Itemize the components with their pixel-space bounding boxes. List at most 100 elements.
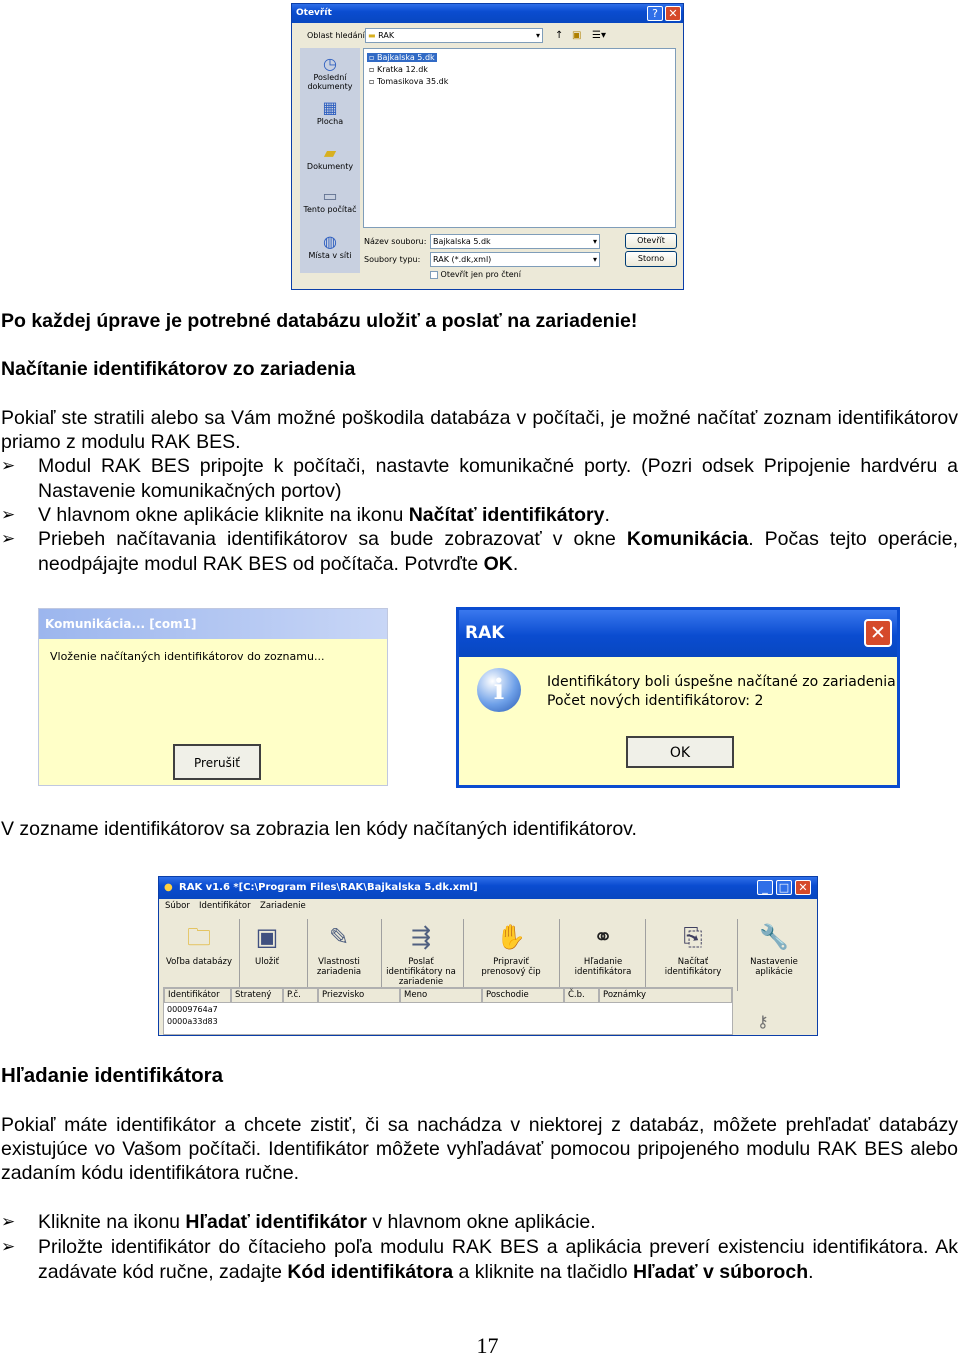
close-icon[interactable]: ✕ <box>795 880 811 895</box>
bullet-arrow-icon: ➢ <box>1 505 16 524</box>
file-name: Tomasikova 35.dk <box>376 77 449 86</box>
tool-app-settings[interactable]: 🔧 Nastavenie aplikácie <box>734 915 814 997</box>
column-header[interactable]: Meno <box>400 988 482 1003</box>
minimize-icon[interactable]: _ <box>757 880 773 895</box>
main-titlebar: ● RAK v1.6 *[C:\Program Files\RAK\Bajkal… <box>159 877 817 899</box>
up-folder-icon[interactable]: ↑ <box>555 30 563 41</box>
place-network[interactable]: ◍ Místa v síti <box>300 232 360 260</box>
close-icon[interactable]: ✕ <box>665 6 681 21</box>
file-icon: ▫ <box>369 77 375 86</box>
place-label: Tento počítač <box>303 205 357 214</box>
keys-icon: ⚷ <box>757 1012 769 1031</box>
file-item[interactable]: ▫ Kratka 12.dk <box>367 65 430 74</box>
file-icon: ▫ <box>369 53 375 62</box>
menu-device[interactable]: Zariadenie <box>260 899 306 913</box>
lookin-label: Oblast hledání: <box>307 31 368 40</box>
folder-icon: ▬ <box>368 31 376 40</box>
place-documents[interactable]: ▰ Dokumenty <box>300 143 360 171</box>
bullet-text: Priložte identifikátor do čítacieho poľa… <box>38 1235 958 1284</box>
lookin-select[interactable]: ▬ RAK ▾ <box>365 28 543 43</box>
ok-button[interactable]: OK <box>626 736 734 768</box>
place-label: Plocha <box>316 117 344 126</box>
table-row[interactable]: 00009764a7 <box>167 1005 218 1014</box>
abort-button[interactable]: Prerušiť <box>173 744 261 780</box>
filename-input[interactable]: Bajkalska 5.dk ▾ <box>430 234 600 249</box>
chevron-down-icon: ▾ <box>592 237 597 246</box>
menu-identifier[interactable]: Identifikátor <box>199 899 251 913</box>
column-header[interactable]: Poznámky <box>599 988 732 1003</box>
column-header[interactable]: P.č. <box>283 988 318 1003</box>
text-run: Priebeh načítavania identifikátorov sa b… <box>38 528 627 550</box>
column-header[interactable]: Priezvisko <box>318 988 400 1003</box>
place-desktop[interactable]: ▦ Plocha <box>300 98 360 126</box>
open-dialog-titlebar: Otevřít <box>292 4 683 23</box>
menu-bar: Súbor Identifikátor Zariadenie <box>159 899 817 913</box>
documents-icon: ▰ <box>323 143 337 162</box>
new-folder-icon[interactable]: ▣ <box>572 30 581 41</box>
communication-title: Komunikácia... [com1] <box>45 617 197 631</box>
place-label: Poslední dokumenty <box>307 73 353 91</box>
rak-message-line2: Počet nových identifikátorov: 2 <box>547 693 764 709</box>
file-item[interactable]: ▫ Tomasikova 35.dk <box>367 77 450 86</box>
column-header[interactable]: Identifikátor <box>164 988 231 1003</box>
file-list[interactable]: ▫ Bajkalska 5.dk ▫ Kratka 12.dk ▫ Tomasi… <box>363 48 676 228</box>
place-label: Místa v síti <box>308 251 352 260</box>
filetype-value: RAK (*.dk,xml) <box>433 255 492 264</box>
bullet-arrow-icon: ➢ <box>1 456 16 475</box>
app-icon: ● <box>164 882 173 893</box>
bullet-text: Kliknite na ikonu Hľadať identifikátor v… <box>38 1210 958 1235</box>
place-recent[interactable]: ◷ Poslední dokumenty <box>300 54 360 91</box>
intro-paragraph: Pokiaľ ste stratili alebo sa Vám možné p… <box>1 407 958 453</box>
readonly-checkbox[interactable]: Otevřít jen pro čtení <box>430 270 521 279</box>
bullet-click-icon: ➢ V hlavnom okne aplikácie kliknite na i… <box>1 503 958 528</box>
desktop-icon: ▦ <box>322 98 338 117</box>
filetype-select[interactable]: RAK (*.dk,xml) ▾ <box>430 252 600 267</box>
tool-prepare-chip[interactable]: ✋ Pripraviť prenosový čip <box>471 915 551 997</box>
toolbar-separator <box>463 919 464 991</box>
menu-file[interactable]: Súbor <box>165 899 190 913</box>
list-note: V zozname identifikátorov sa zobrazia le… <box>1 818 637 840</box>
views-icon[interactable]: ☰▾ <box>592 30 606 41</box>
filename-value: Bajkalska 5.dk <box>433 237 491 246</box>
file-name: Kratka 12.dk <box>376 65 428 74</box>
bullet-arrow-icon: ➢ <box>1 1212 16 1231</box>
bullet-connect: ➢ Modul RAK BES pripojte k počítači, nas… <box>1 454 958 503</box>
binoculars-icon: ⚭ <box>592 923 614 951</box>
text-run-bold: Kód identifikátora <box>287 1260 454 1283</box>
tool-send-identifiers[interactable]: ⇶ Poslať identifikátory na zariadenie <box>381 915 461 997</box>
search-paragraph: Pokiaľ máte identifikátor a chcete zisti… <box>1 1114 958 1184</box>
open-dialog-title: Otevřít <box>296 8 332 18</box>
main-title: RAK v1.6 *[C:\Program Files\RAK\Bajkalsk… <box>179 882 478 893</box>
bullet-text: V hlavnom okne aplikácie kliknite na iko… <box>38 503 958 528</box>
communication-dialog: Komunikácia... [com1] Vloženie načítanýc… <box>38 608 388 786</box>
tool-search-identifier[interactable]: ⚭ Hľadanie identifikátora <box>563 915 643 997</box>
open-button[interactable]: Otevřít <box>625 233 677 249</box>
places-bar: ◷ Poslední dokumenty ▦ Plocha ▰ Dokument… <box>300 48 360 273</box>
tool-save[interactable]: ▣ Uložiť <box>227 915 307 997</box>
column-header[interactable]: Stratený <box>231 988 283 1003</box>
info-icon: i <box>477 668 521 712</box>
cancel-button[interactable]: Storno <box>625 251 677 267</box>
column-header[interactable]: Č.b. <box>564 988 599 1003</box>
maximize-icon[interactable]: □ <box>776 880 792 895</box>
rak-titlebar: RAK <box>459 610 897 657</box>
readonly-label: Otevřít jen pro čtení <box>440 270 521 279</box>
lookin-value: RAK <box>378 31 395 40</box>
text-run-bold: Načítať identifikátory <box>408 504 605 526</box>
wrench-icon: 🔧 <box>759 923 789 951</box>
text-run: a kliknite na tlačidlo <box>453 1260 634 1283</box>
file-item[interactable]: ▫ Bajkalska 5.dk <box>367 53 437 62</box>
tool-read-identifiers[interactable]: ⎘ Načítať identifikátory <box>653 915 733 997</box>
help-icon[interactable]: ? <box>647 6 663 21</box>
tool-label: Hľadanie identifikátora <box>574 957 632 977</box>
save-warning: Po každej úprave je potrebné databázu ul… <box>1 310 638 332</box>
section-heading-load: Načítanie identifikátorov zo zariadenia <box>1 358 356 380</box>
bullet-arrow-icon: ➢ <box>1 1237 16 1256</box>
chip-icon: ✋ <box>496 923 526 951</box>
tool-device-properties[interactable]: ✎ Vlastnosti zariadenia <box>299 915 379 997</box>
table-row[interactable]: 0000a33d83 <box>167 1017 218 1026</box>
column-header[interactable]: Poschodie <box>482 988 564 1003</box>
place-computer[interactable]: ▭ Tento počítač <box>300 186 360 214</box>
close-icon[interactable]: ✕ <box>864 619 892 647</box>
tool-label: Nastavenie aplikácie <box>750 957 798 977</box>
